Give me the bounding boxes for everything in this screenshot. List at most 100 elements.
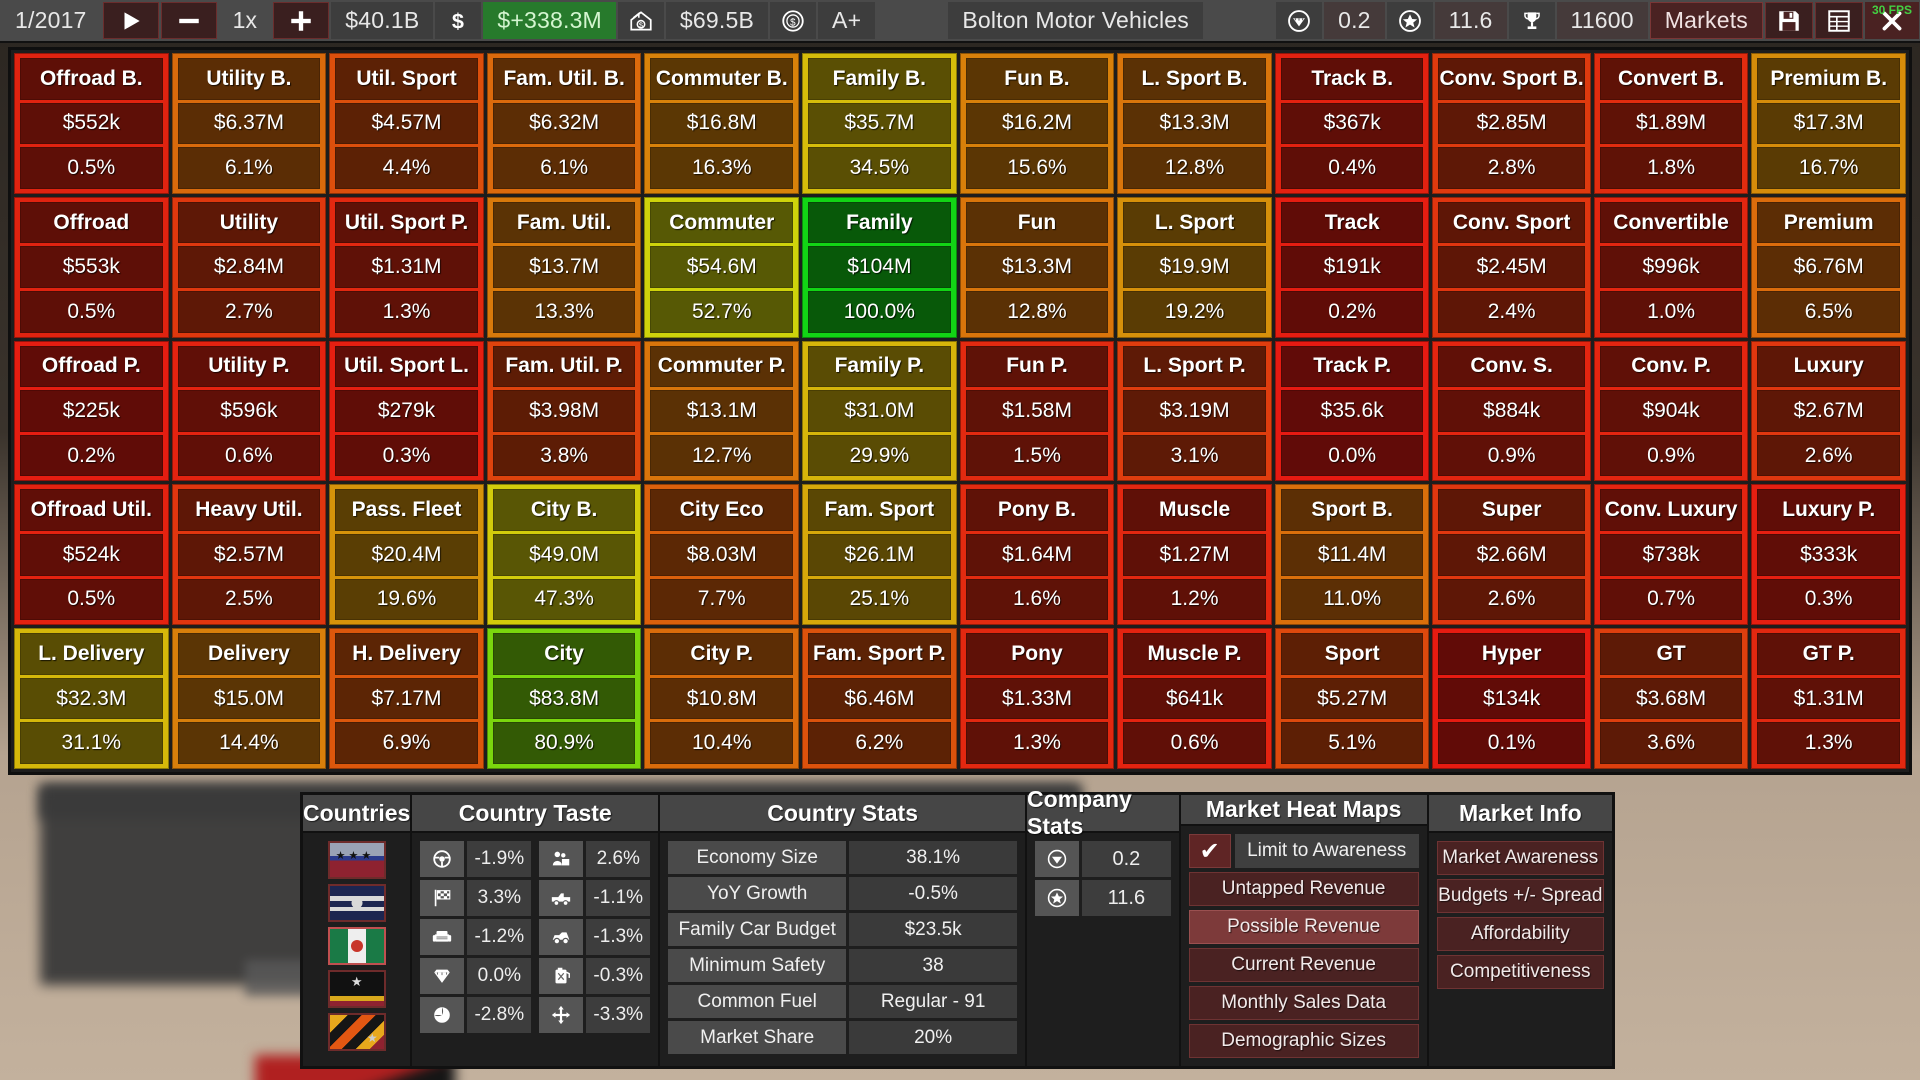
heatmap-cell[interactable]: Offroad Util. $524k 0.5%	[14, 484, 169, 626]
heatmap-cell[interactable]: Hyper $134k 0.1%	[1432, 628, 1591, 769]
heatmap-cell[interactable]: GT $3.68M 3.6%	[1593, 628, 1749, 769]
heatmap-cell[interactable]: Track $191k 0.2%	[1274, 196, 1430, 338]
heatmap-cell[interactable]: Delivery $15.0M 14.4%	[171, 628, 327, 769]
cell-percent: 1.3%	[965, 722, 1109, 765]
limit-to-awareness-row[interactable]: ✔ Limit to Awareness	[1188, 834, 1419, 868]
heatmap-cell[interactable]: GT P. $1.31M 1.3%	[1751, 628, 1906, 769]
heatmap-cell[interactable]: Family $104M 100.0%	[802, 196, 957, 338]
cell-percent: 0.2%	[20, 434, 163, 477]
heatmap-cell[interactable]: Fam. Sport P. $6.46M 6.2%	[802, 628, 957, 769]
flag-fuso[interactable]	[327, 927, 386, 965]
heatmap-cell[interactable]: Premium $6.76M 6.5%	[1751, 196, 1906, 338]
heatmap-cell[interactable]: Sport B. $11.4M 11.0%	[1274, 484, 1430, 626]
coin-icon: $	[770, 2, 817, 39]
limit-to-awareness-checkbox[interactable]: ✔	[1188, 834, 1231, 868]
close-button[interactable]: 30 FPS	[1865, 2, 1919, 39]
market-info-button[interactable]: Market Awareness	[1436, 841, 1604, 875]
heatmap-cell[interactable]: Utility P. $596k 0.6%	[171, 340, 327, 482]
heatmap-cell[interactable]: Family P. $31.0M 29.9%	[802, 340, 957, 482]
speed-up-button[interactable]	[273, 2, 330, 39]
flag-rhodania[interactable]: ★	[327, 1013, 386, 1051]
play-button[interactable]	[102, 2, 159, 39]
heatmap-cell[interactable]: Fun B. $16.2M 15.6%	[959, 53, 1115, 194]
heatmap-cell[interactable]: Muscle P. $641k 0.6%	[1117, 628, 1272, 769]
heatmap-cell[interactable]: Fam. Util. $13.7M 13.3%	[486, 196, 642, 338]
cell-label: Conv. Sport B.	[1438, 58, 1585, 100]
heatmap-cell[interactable]: Utility B. $6.37M 6.1%	[171, 53, 327, 194]
country-stat-key: YoY Growth	[668, 877, 847, 910]
market-info-button[interactable]: Budgets +/- Spread	[1436, 879, 1604, 913]
heatmap-cell[interactable]: Track B. $367k 0.4%	[1274, 53, 1430, 194]
country-stat-value: $23.5k	[849, 913, 1018, 946]
heatmap-cell[interactable]: Premium B. $17.3M 16.7%	[1751, 53, 1906, 194]
table-view-button[interactable]	[1815, 2, 1863, 39]
cell-percent: 3.8%	[492, 434, 636, 477]
heatmap-cell[interactable]: Luxury P. $333k 0.3%	[1751, 484, 1906, 626]
heatmap-cell[interactable]: Heavy Util. $2.57M 2.5%	[171, 484, 327, 626]
heatmap-cell[interactable]: Util. Sport L. $279k 0.3%	[329, 340, 484, 482]
heatmap-cell[interactable]: Conv. S. $884k 0.9%	[1432, 340, 1591, 482]
heatmap-cell[interactable]: Fam. Util. B. $6.32M 6.1%	[486, 53, 642, 194]
heatmap-cell[interactable]: Commuter P. $13.1M 12.7%	[644, 340, 800, 482]
heatmap-cell[interactable]: Sport $5.27M 5.1%	[1274, 628, 1430, 769]
heat-map-button[interactable]: Demographic Sizes	[1188, 1024, 1419, 1058]
market-info-button[interactable]: Competitiveness	[1436, 955, 1604, 989]
heatmap-cell[interactable]: Pony $1.33M 1.3%	[959, 628, 1115, 769]
heatmap-cell[interactable]: City $83.8M 80.9%	[486, 628, 642, 769]
heatmap-cell[interactable]: Luxury $2.67M 2.6%	[1751, 340, 1906, 482]
heatmap-cell[interactable]: Commuter B. $16.8M 16.3%	[644, 53, 800, 194]
heatmap-cell[interactable]: Convertible $996k 1.0%	[1593, 196, 1749, 338]
heatmap-cell[interactable]: Muscle $1.27M 1.2%	[1117, 484, 1272, 626]
heatmap-cell[interactable]: Pony B. $1.64M 1.6%	[959, 484, 1115, 626]
market-info-button[interactable]: Affordability	[1436, 917, 1604, 951]
cell-percent: 16.3%	[650, 147, 794, 189]
flag-dalluha[interactable]	[327, 884, 386, 922]
heatmap-cell[interactable]: Conv. Sport B. $2.85M 2.8%	[1432, 53, 1591, 194]
heatmap-cell[interactable]: City Eco $8.03M 7.7%	[644, 484, 800, 626]
taste-icon-cell	[420, 997, 465, 1033]
heatmap-cell[interactable]: City B. $49.0M 47.3%	[486, 484, 642, 626]
heat-map-button[interactable]: Monthly Sales Data	[1188, 986, 1419, 1020]
heatmap-cell[interactable]: Fam. Sport $26.1M 25.1%	[802, 484, 957, 626]
heatmap-cell[interactable]: City P. $10.8M 10.4%	[644, 628, 800, 769]
heatmap-cell[interactable]: Fam. Util. P. $3.98M 3.8%	[486, 340, 642, 482]
heatmap-cell[interactable]: Util. Sport P. $1.31M 1.3%	[329, 196, 484, 338]
heatmap-cell[interactable]: Offroad B. $552k 0.5%	[14, 53, 169, 194]
heatmap-cell[interactable]: Pass. Fleet $20.4M 19.6%	[329, 484, 484, 626]
heatmap-cell[interactable]: Offroad $553k 0.5%	[14, 196, 169, 338]
heatmap-cell[interactable]: Fun $13.3M 12.8%	[959, 196, 1115, 338]
cell-percent: 2.8%	[1438, 147, 1585, 189]
cell-revenue: $6.46M	[808, 677, 951, 720]
offroad-car-icon	[550, 926, 572, 948]
heatmap-cell[interactable]: Conv. Sport $2.45M 2.4%	[1432, 196, 1591, 338]
flag-hetonia[interactable]: ★	[327, 970, 386, 1008]
cell-percent: 12.8%	[965, 290, 1109, 333]
heatmap-cell[interactable]: Offroad P. $225k 0.2%	[14, 340, 169, 482]
heatmap-cell[interactable]: Conv. P. $904k 0.9%	[1593, 340, 1749, 482]
heat-map-button[interactable]: Possible Revenue	[1188, 910, 1419, 944]
monthly-profit: $+338.3M	[483, 2, 616, 39]
heatmap-cell[interactable]: H. Delivery $7.17M 6.9%	[329, 628, 484, 769]
heatmap-cell[interactable]: Util. Sport $4.57M 4.4%	[329, 53, 484, 194]
save-button[interactable]	[1765, 2, 1813, 39]
heat-map-button[interactable]: Current Revenue	[1188, 948, 1419, 982]
heatmap-cell[interactable]: Conv. Luxury $738k 0.7%	[1593, 484, 1749, 626]
heatmap-cell[interactable]: L. Delivery $32.3M 31.1%	[14, 628, 169, 769]
heatmap-cell[interactable]: L. Sport $19.9M 19.2%	[1117, 196, 1272, 338]
heatmap-cell[interactable]: Fun P. $1.58M 1.5%	[959, 340, 1115, 482]
heatmap-cell[interactable]: Super $2.66M 2.6%	[1432, 484, 1591, 626]
heatmap-cell[interactable]: L. Sport B. $13.3M 12.8%	[1117, 53, 1272, 194]
speed-down-button[interactable]	[160, 2, 217, 39]
heatmap-cell[interactable]: L. Sport P. $3.19M 3.1%	[1117, 340, 1272, 482]
cell-percent: 0.4%	[1280, 147, 1424, 189]
cell-label: Heavy Util.	[177, 489, 321, 531]
markets-button[interactable]: Markets	[1649, 2, 1763, 39]
cell-revenue: $20.4M	[335, 533, 478, 576]
heat-map-button[interactable]: Untapped Revenue	[1188, 872, 1419, 906]
heatmap-cell[interactable]: Family B. $35.7M 34.5%	[802, 53, 957, 194]
heatmap-cell[interactable]: Utility $2.84M 2.7%	[171, 196, 327, 338]
heatmap-cell[interactable]: Convert B. $1.89M 1.8%	[1593, 53, 1749, 194]
heatmap-cell[interactable]: Track P. $35.6k 0.0%	[1274, 340, 1430, 482]
flag-archana[interactable]: ★★★	[327, 841, 386, 879]
heatmap-cell[interactable]: Commuter $54.6M 52.7%	[644, 196, 800, 338]
